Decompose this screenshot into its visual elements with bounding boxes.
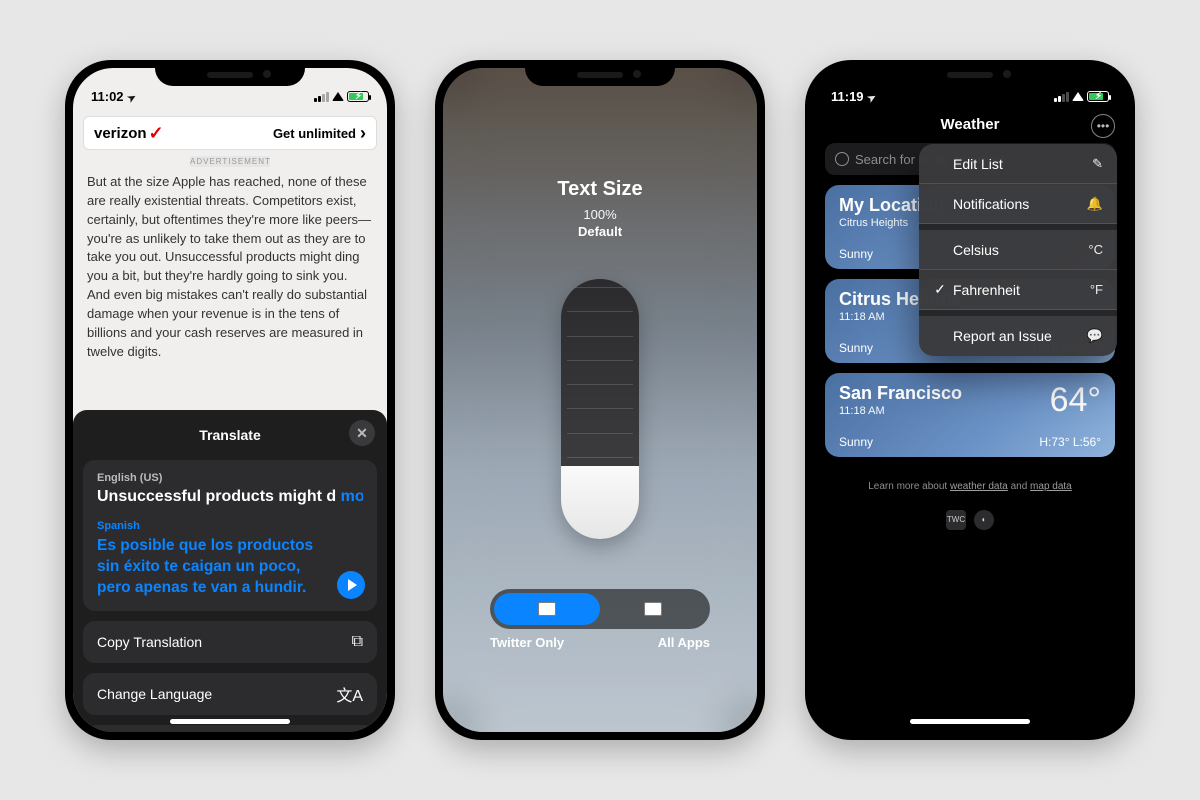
change-language-button[interactable]: Change Language 文A (83, 673, 377, 715)
weather-data-link[interactable]: weather data (950, 481, 1008, 492)
data-providers: TWC ◐ (825, 510, 1115, 530)
weather-card-san-francisco[interactable]: San Francisco 11:18 AM 64° Sunny H:73° L… (825, 373, 1115, 457)
source-language-label: English (US) (97, 472, 363, 484)
text-size-slider[interactable] (561, 279, 639, 539)
add-to-favorites-button[interactable]: Add to Favorites ☆ (83, 725, 377, 732)
cell-signal-icon (1054, 92, 1069, 102)
text-size-title: Text Size (443, 178, 757, 201)
fahrenheit-item[interactable]: ✓Fahrenheit °F (919, 270, 1117, 310)
ad-banner[interactable]: verizon✓ Get unlimited (83, 116, 377, 150)
pencil-icon: ✎ (1092, 156, 1103, 172)
weather-options-popover: Edit List ✎ Notifications 🔔 Celsius °C ✓… (919, 144, 1117, 356)
cell-signal-icon (314, 92, 329, 102)
status-time: 11:19 (831, 89, 864, 104)
screen: Text Size 100% Default Twitter Only All … (443, 68, 757, 732)
phone-text-size: Text Size 100% Default Twitter Only All … (435, 60, 765, 740)
device-notch (525, 60, 675, 86)
copy-translation-button[interactable]: Copy Translation ⧉ (83, 621, 377, 663)
check-icon: ✓ (933, 281, 947, 298)
home-indicator[interactable] (910, 719, 1030, 724)
fahrenheit-unit: °F (1090, 282, 1103, 297)
phone-translate: 11:02 ⚡︎ verizon✓ Get unlimited ADVERTIS… (65, 60, 395, 740)
data-attribution: Learn more about weather data and map da… (825, 481, 1115, 492)
translated-text: Es posible que los productos sin éxito t… (97, 536, 363, 599)
status-time: 11:02 (91, 89, 124, 104)
text-size-default-label: Default (443, 224, 757, 239)
provider-icon: ◐ (974, 510, 994, 530)
ad-label: ADVERTISEMENT (190, 156, 270, 167)
location-arrow-icon (128, 89, 136, 104)
target-language-label: Spanish (97, 520, 363, 532)
scope-this-app[interactable] (494, 593, 600, 625)
source-text[interactable]: Unsuccessful products might d more (97, 488, 363, 506)
slider-fill (561, 466, 639, 539)
report-issue-item[interactable]: Report an Issue 💬 (919, 316, 1117, 356)
scope-labels: Twitter Only All Apps (490, 635, 710, 650)
ad-brand: verizon✓ (94, 125, 164, 142)
battery-icon: ⚡︎ (1087, 91, 1109, 102)
scope-right-label: All Apps (658, 635, 710, 650)
sheet-header: Translate ✕ (83, 420, 377, 450)
layers-icon (538, 602, 556, 616)
play-audio-button[interactable] (337, 571, 365, 599)
three-phone-stage: 11:02 ⚡︎ verizon✓ Get unlimited ADVERTIS… (0, 0, 1200, 800)
screen: 11:19 ⚡︎ Weather ••• Search for a city o… (813, 68, 1127, 732)
copy-icon: ⧉ (352, 633, 363, 651)
text-size-header: Text Size 100% Default (443, 178, 757, 239)
layers-icon (644, 602, 662, 616)
article-body: But at the size Apple has reached, none … (73, 173, 387, 361)
text-size-percent: 100% (443, 207, 757, 222)
show-more-link[interactable]: more (336, 488, 363, 505)
more-menu-button[interactable]: ••• (1091, 114, 1115, 138)
location-arrow-icon (868, 89, 876, 104)
home-indicator[interactable] (170, 719, 290, 724)
wifi-icon (1072, 89, 1084, 104)
device-notch (895, 60, 1045, 86)
notifications-item[interactable]: Notifications 🔔 (919, 184, 1117, 224)
battery-icon: ⚡︎ (347, 91, 369, 102)
close-icon[interactable]: ✕ (349, 420, 375, 446)
weather-channel-icon: TWC (946, 510, 966, 530)
translation-card: English (US) Unsuccessful products might… (83, 460, 377, 611)
scope-toggle[interactable] (490, 589, 710, 629)
map-data-link[interactable]: map data (1030, 481, 1072, 492)
edit-list-item[interactable]: Edit List ✎ (919, 144, 1117, 184)
weather-title: Weather (813, 116, 1127, 133)
celsius-unit: °C (1088, 242, 1103, 257)
bubble-icon: 💬 (1087, 328, 1103, 344)
scope-all-apps[interactable] (600, 593, 706, 625)
celsius-item[interactable]: Celsius °C (919, 230, 1117, 270)
translate-sheet: Translate ✕ English (US) Unsuccessful pr… (73, 410, 387, 732)
phone-weather: 11:19 ⚡︎ Weather ••• Search for a city o… (805, 60, 1135, 740)
screen: 11:02 ⚡︎ verizon✓ Get unlimited ADVERTIS… (73, 68, 387, 732)
scope-left-label: Twitter Only (490, 635, 564, 650)
device-notch (155, 60, 305, 86)
bell-icon: 🔔 (1087, 196, 1103, 212)
sheet-title: Translate (199, 427, 260, 443)
translate-icon: 文A (336, 682, 363, 706)
ad-cta[interactable]: Get unlimited (273, 123, 366, 144)
wifi-icon (332, 89, 344, 104)
